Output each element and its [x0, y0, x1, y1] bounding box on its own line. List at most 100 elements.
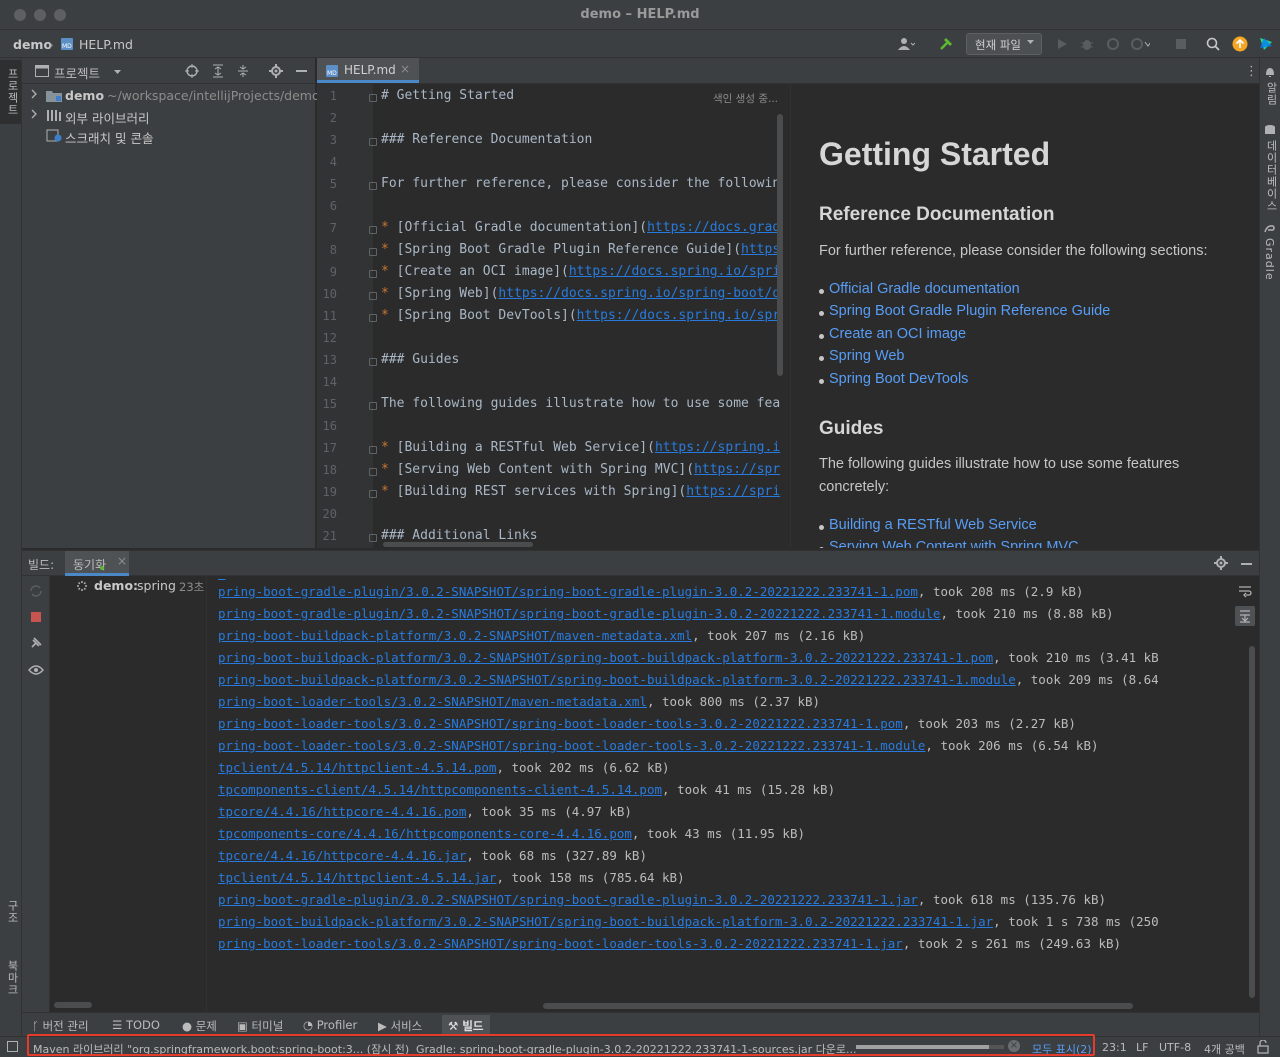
pin-icon[interactable] — [29, 636, 43, 650]
tool-services[interactable]: ▶ 서비스 — [378, 1018, 422, 1034]
gradle-tool-tab[interactable]: Gradle — [1263, 238, 1276, 281]
build-hammer-icon[interactable] — [936, 34, 956, 54]
fold-marker-icon[interactable] — [369, 446, 377, 454]
chevron-down-icon[interactable] — [113, 67, 122, 76]
run-configuration-select[interactable]: 현재 파일 — [966, 33, 1042, 55]
collapse-all-icon[interactable] — [236, 64, 250, 78]
fold-marker-icon[interactable] — [369, 468, 377, 476]
tool-profiler[interactable]: ◔ Profiler — [303, 1018, 357, 1032]
code-link[interactable]: https://docs.spring.io/spring-boot/d — [498, 286, 780, 301]
coverage-icon[interactable] — [1103, 34, 1123, 54]
preview-link-mvc[interactable]: Serving Web Content with Spring MVC — [819, 539, 1079, 548]
build-console[interactable]: pring-boot-gradle-plugin/3.0.2-SNAPSHOT/… — [208, 576, 1232, 1012]
indent-setting[interactable]: 4개 공백 — [1204, 1041, 1245, 1057]
chevron-right-icon[interactable] — [30, 109, 38, 119]
locate-file-icon[interactable] — [185, 64, 199, 78]
hide-panel-icon[interactable] — [296, 70, 307, 72]
sync-icon[interactable] — [29, 584, 43, 598]
fold-marker-icon[interactable] — [369, 182, 377, 190]
fold-marker-icon[interactable] — [369, 94, 377, 102]
tool-todo[interactable]: ☰ TODO — [112, 1018, 160, 1032]
project-panel-title[interactable]: 프로젝트 — [54, 63, 100, 82]
run-icon[interactable] — [1052, 34, 1072, 54]
tab-sync[interactable]: 동기화 × — [65, 551, 129, 576]
fold-marker-icon[interactable] — [369, 270, 377, 278]
fold-marker-icon[interactable] — [369, 292, 377, 300]
structure-tool-tab[interactable]: 구조 — [4, 900, 20, 924]
gear-icon[interactable] — [269, 64, 283, 78]
stop-icon[interactable] — [31, 612, 41, 622]
code-link[interactable]: https — [741, 242, 780, 257]
preview-link-plugin-guide[interactable]: Spring Boot Gradle Plugin Reference Guid… — [818, 303, 1110, 319]
breadcrumb-file[interactable]: HELP.md — [79, 37, 133, 52]
jetbrains-logo-icon[interactable] — [1256, 34, 1276, 54]
update-icon[interactable] — [1230, 34, 1250, 54]
editor-horizontal-scrollbar[interactable] — [383, 542, 533, 547]
breadcrumb-project[interactable]: demo — [13, 37, 52, 52]
fold-marker-icon[interactable] — [369, 314, 377, 322]
editor-code[interactable]: # Getting Started ### Reference Documenta… — [317, 84, 789, 548]
console-link[interactable]: pring-boot-loader-tools/3.0.2-SNAPSHOT/m… — [218, 694, 647, 709]
preview-link-restful[interactable]: Building a RESTful Web Service — [819, 517, 1037, 533]
user-icon[interactable] — [896, 34, 916, 54]
eye-icon[interactable] — [28, 664, 44, 676]
debug-icon[interactable] — [1077, 34, 1097, 54]
tool-problems[interactable]: ● 문제 — [182, 1018, 217, 1034]
code-link[interactable]: https://spring.i — [655, 440, 780, 455]
preview-link-gradle-docs[interactable]: Official Gradle documentation — [819, 281, 1020, 297]
console-link[interactable]: tpclient/4.5.14/httpclient-4.5.14.pom — [218, 760, 496, 775]
notifications-tool-tab[interactable]: 알림 — [1263, 82, 1279, 106]
gear-icon[interactable] — [1214, 556, 1228, 570]
build-tree-item[interactable]: demo: spring 23초 — [50, 576, 207, 596]
expand-all-icon[interactable] — [211, 64, 225, 78]
scroll-to-end-button[interactable] — [1235, 606, 1255, 626]
console-link[interactable]: tpcomponents-core/4.4.16/httpcomponents-… — [218, 826, 632, 841]
preview-link-devtools[interactable]: Spring Boot DevTools — [818, 371, 968, 387]
console-link[interactable]: pring-boot-gradle-plugin/3.0.2-SNAPSHOT/… — [218, 606, 940, 621]
file-encoding[interactable]: UTF-8 — [1159, 1041, 1191, 1054]
more-options-icon[interactable]: ⋮ — [1245, 64, 1258, 79]
console-link[interactable]: pring-boot-gradle-plugin/3.0.2-SNAPSHOT/… — [218, 584, 918, 599]
fold-marker-icon[interactable] — [369, 534, 377, 542]
close-icon[interactable]: × — [400, 62, 410, 76]
console-link[interactable]: pring-boot-buildpack-platform/3.0.2-SNAP… — [218, 672, 1016, 687]
layout-icon[interactable] — [7, 1041, 18, 1052]
fold-marker-icon[interactable] — [369, 358, 377, 366]
console-horizontal-scrollbar[interactable] — [543, 1003, 1133, 1009]
console-vertical-scrollbar[interactable] — [1249, 646, 1255, 998]
bookmarks-tool-tab[interactable]: 북마크 — [4, 960, 20, 996]
code-link[interactable]: https://spr — [694, 462, 780, 477]
fold-marker-icon[interactable] — [369, 138, 377, 146]
project-tool-tab[interactable]: 프로젝트 — [0, 60, 21, 124]
console-link[interactable]: pring-boot-gradle-plugin/3.0.2-SNAPSHOT/… — [218, 892, 918, 907]
console-link[interactable]: pring-boot-buildpack-platform/3.0.2-SNAP… — [218, 650, 993, 665]
caret-position[interactable]: 23:1 — [1102, 1041, 1127, 1054]
console-link[interactable]: tpcore/4.4.16/httpcore-4.4.16.jar — [218, 848, 466, 863]
code-link[interactable]: https://docs.spring.io/spri — [569, 264, 780, 279]
fold-marker-icon[interactable] — [369, 490, 377, 498]
console-link[interactable]: pring-boot-buildpack-platform/3.0.2-SNAP… — [218, 914, 993, 929]
build-tree-scrollbar[interactable] — [54, 1002, 92, 1008]
database-tool-tab[interactable]: 데이터베이스 — [1263, 140, 1279, 212]
preview-link-oci-image[interactable]: Create an OCI image — [818, 326, 966, 342]
chevron-right-icon[interactable] — [30, 89, 38, 99]
editor-vertical-scrollbar[interactable] — [777, 114, 783, 376]
code-link[interactable]: https://docs.spring.io/spr — [577, 308, 781, 323]
line-separator[interactable]: LF — [1136, 1041, 1148, 1054]
console-link[interactable]: tpclient/4.5.14/httpclient-4.5.14.jar — [218, 870, 496, 885]
search-icon[interactable] — [1203, 34, 1223, 54]
tab-help-md[interactable]: MD HELP.md × — [317, 58, 419, 83]
close-icon[interactable]: × — [117, 554, 127, 568]
stop-icon[interactable] — [1171, 34, 1191, 54]
fold-marker-icon[interactable] — [369, 226, 377, 234]
profile-icon[interactable] — [1130, 34, 1150, 54]
console-link[interactable]: pring-boot-buildpack-platform/3.0.2-SNAP… — [218, 628, 692, 643]
preview-link-spring-web[interactable]: Spring Web — [819, 348, 905, 364]
fold-marker-icon[interactable] — [369, 248, 377, 256]
fold-marker-icon[interactable] — [369, 402, 377, 410]
console-link[interactable]: tpcore/4.4.16/httpcore-4.4.16.pom — [218, 804, 466, 819]
console-link[interactable]: pring-boot-loader-tools/3.0.2-SNAPSHOT/s… — [218, 716, 903, 731]
tool-terminal[interactable]: ▣ 터미널 — [237, 1018, 283, 1034]
console-link[interactable]: pring-boot-loader-tools/3.0.2-SNAPSHOT/s… — [218, 738, 925, 753]
hide-panel-icon[interactable] — [1241, 563, 1252, 565]
